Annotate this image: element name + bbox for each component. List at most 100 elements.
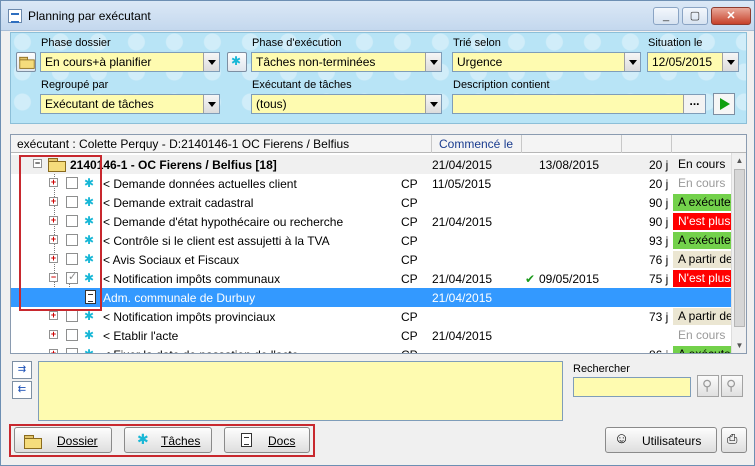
scroll-up-icon[interactable]: ▲ (732, 153, 746, 168)
task-code: CP (401, 215, 418, 229)
task-days: 90 j (649, 196, 669, 210)
table-row[interactable]: + ✱ < Demande d'état hypothécaire ou reche… (11, 212, 731, 231)
search-input[interactable] (573, 377, 691, 397)
group-status: En cours (678, 157, 726, 171)
task-status: A exécuter (673, 194, 731, 211)
trie-selon-select[interactable]: Urgence (452, 52, 641, 72)
task-start: 21/04/2015 (432, 215, 493, 229)
highlight-box (19, 155, 102, 311)
table-row[interactable]: + ✱ < Etablir l'acte CP 21/04/2015 En cours (11, 326, 731, 345)
task-status: En cours (678, 176, 726, 190)
column-separator (521, 135, 522, 153)
description-browse-button[interactable]: ... (683, 95, 705, 113)
task-start: 21/04/2015 (432, 329, 493, 343)
chevron-down-icon (722, 53, 738, 71)
printer-icon: ⎙ (727, 431, 738, 446)
task-checkbox[interactable] (66, 348, 78, 353)
task-checkbox[interactable] (66, 310, 78, 322)
column-separator (671, 135, 672, 153)
close-button[interactable]: ✕ (711, 7, 751, 25)
executant-select[interactable]: (tous) (251, 94, 442, 114)
phase-dossier-select[interactable]: En cours+à planifier (40, 52, 220, 72)
search-prev-button[interactable] (697, 375, 719, 397)
task-code: CP (401, 177, 418, 191)
grid-header: exécutant : Colette Perquy - D:2140146-1… (11, 135, 746, 153)
users-icon: ☺ (614, 430, 630, 447)
group-row[interactable]: − 2140146-1 - OC Fierens / Belfius [18] … (11, 155, 731, 174)
table-row[interactable]: + ✱ < Fixer la date de passation de l'acte… (11, 345, 731, 354)
phase-execution-icon-button[interactable]: ✱ (227, 52, 247, 72)
task-label: < Etablir l'acte (103, 329, 179, 343)
scroll-thumb[interactable] (734, 169, 745, 327)
task-start: 11/05/2015 (432, 177, 492, 191)
phase-dossier-value: En cours+à planifier (45, 55, 152, 69)
done-check-icon: ✔ (525, 272, 536, 286)
regroupe-label: Regroupé par (41, 79, 109, 91)
search-panel: Rechercher (567, 359, 747, 421)
task-checkbox[interactable] (66, 329, 78, 341)
task-status: N'est plus (673, 270, 731, 287)
task-status: A partir de (673, 251, 731, 268)
collapse-all-button[interactable]: ⇇ (12, 381, 32, 399)
expand-all-button[interactable]: ⇉ (12, 361, 32, 379)
notes-field[interactable] (38, 361, 563, 421)
gear-icon: ✱ (84, 309, 95, 323)
task-code: CP (401, 196, 418, 210)
task-label: < Avis Sociaux et Fiscaux (103, 253, 240, 267)
scroll-down-icon[interactable]: ▼ (732, 338, 746, 353)
table-row[interactable]: + ✱ < Contrôle si le client est assujetti … (11, 231, 731, 250)
child-label: Adm. communale de Durbuy (103, 291, 256, 305)
task-status: En cours (678, 328, 726, 342)
task-code: CP (401, 310, 418, 324)
selected-child-row[interactable]: Adm. communale de Durbuy 21/04/2015 (11, 288, 731, 307)
commence-header[interactable]: Commencé le (439, 137, 513, 151)
task-code: CP (401, 253, 418, 267)
task-label: < Contrôle si le client est assujetti à … (103, 234, 330, 248)
task-days: 93 j (649, 234, 669, 248)
buttons-highlight-box (9, 424, 315, 457)
gear-icon: ✱ (231, 54, 242, 68)
vertical-scrollbar[interactable]: ▲ ▼ (731, 153, 746, 353)
folder-icon (19, 56, 36, 69)
task-status: A exécuter (673, 232, 731, 249)
task-days: 90 j (649, 215, 669, 229)
task-status: N'est plus (673, 213, 731, 230)
apply-filter-button[interactable] (713, 93, 735, 115)
situation-label: Situation le (648, 37, 703, 49)
utilisateurs-label: Utilisateurs (642, 434, 702, 448)
task-label: < Demande données actuelles client (103, 177, 297, 191)
search-next-button[interactable] (721, 375, 743, 397)
phase-dossier-label: Phase dossier (41, 37, 111, 49)
executant-header: exécutant : Colette Perquy - D:2140146-1… (17, 137, 350, 151)
regroupe-select[interactable]: Exécutant de tâches (40, 94, 220, 114)
group-days: 20 j (649, 158, 669, 172)
utilisateurs-button[interactable]: ☺ Utilisateurs (605, 427, 717, 453)
task-start: 21/04/2015 (432, 272, 493, 286)
expand-icon[interactable]: + (49, 349, 58, 353)
child-date: 21/04/2015 (432, 291, 493, 305)
table-row[interactable]: + ✱ < Avis Sociaux et Fiscaux CP 76 jA parti… (11, 250, 731, 269)
table-row[interactable]: + ✱ < Demande extrait cadastral CP 90 jA exé… (11, 193, 731, 212)
expand-icon[interactable]: + (49, 311, 58, 320)
gear-icon: ✱ (84, 347, 95, 354)
task-days: 76 j (649, 253, 669, 267)
situation-value: 12/05/2015 (652, 55, 713, 69)
task-code: CP (401, 234, 418, 248)
print-button[interactable]: ⎙ (721, 427, 747, 453)
chevron-down-icon (624, 53, 640, 71)
phase-execution-select[interactable]: Tâches non-terminées (251, 52, 442, 72)
table-row[interactable]: + ✱ < Demande données actuelles client CP 11… (11, 174, 731, 193)
title-bar: Planning par exécutant _ ▢ ✕ (1, 1, 754, 31)
open-folder-button[interactable] (16, 52, 36, 72)
task-grid: exécutant : Colette Perquy - D:2140146-1… (10, 134, 747, 354)
minimize-button[interactable]: _ (653, 7, 679, 25)
situation-date-field[interactable]: 12/05/2015 (647, 52, 739, 72)
task-code: CP (401, 272, 418, 286)
table-row[interactable]: −✱< Notification impôts communauxCP21/04… (11, 269, 731, 288)
expand-icon[interactable]: + (49, 330, 58, 339)
table-row[interactable]: + ✱ < Notification impôts provinciaux CP 73 … (11, 307, 731, 326)
maximize-button[interactable]: ▢ (682, 7, 708, 25)
regroupe-value: Exécutant de tâches (45, 97, 154, 111)
description-input[interactable]: ... (452, 94, 706, 114)
task-code: CP (401, 329, 418, 343)
